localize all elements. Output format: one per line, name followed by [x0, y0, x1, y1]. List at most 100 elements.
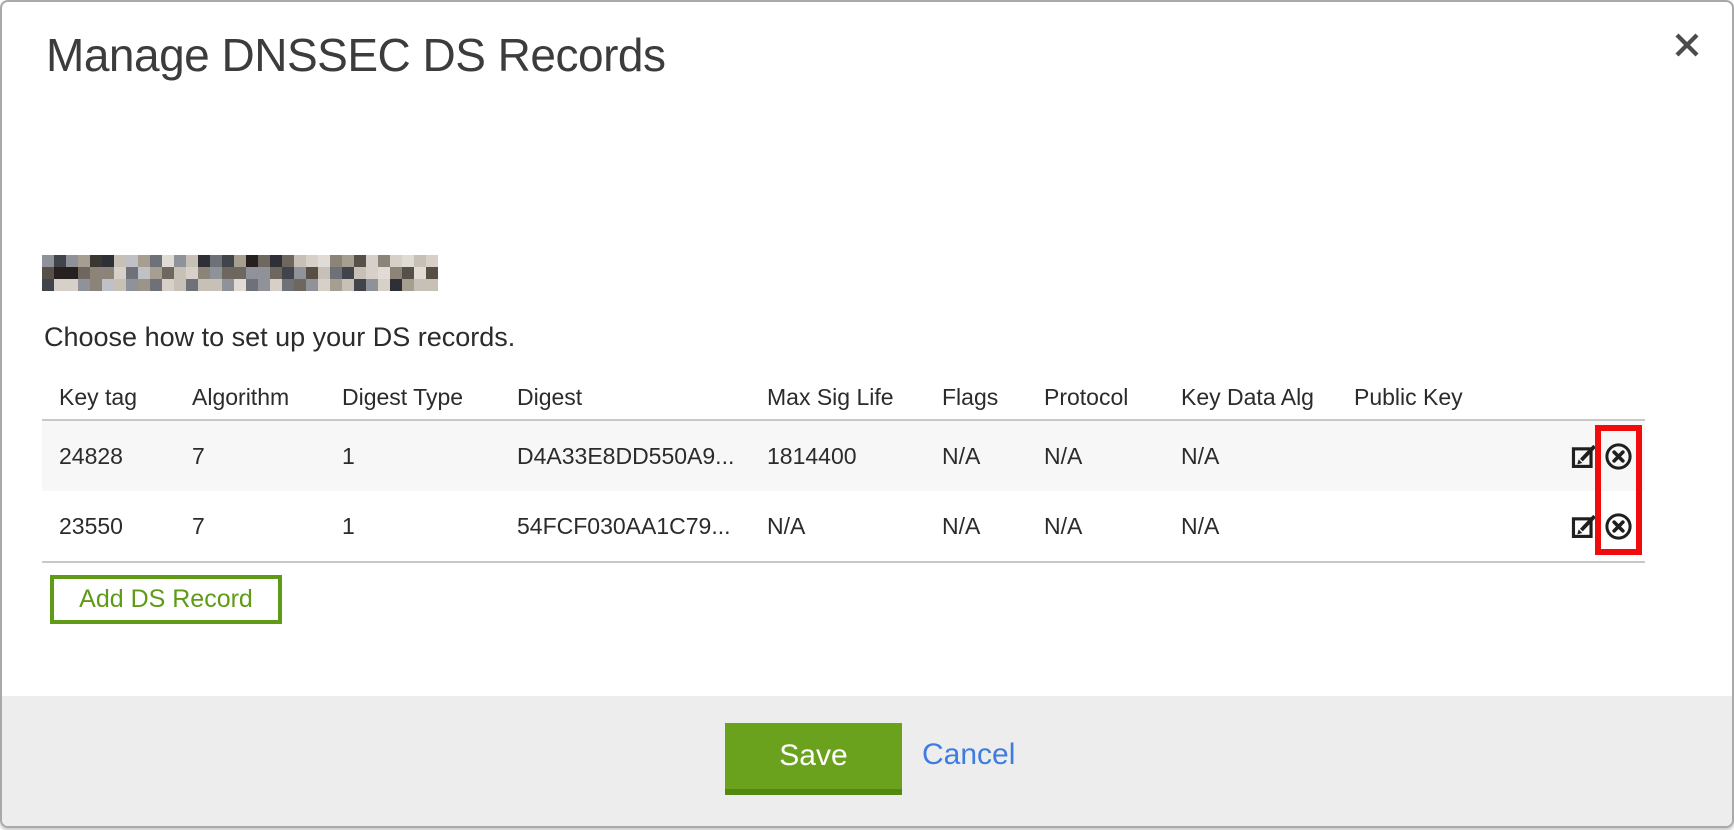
redacted-pixel	[234, 279, 246, 291]
delete-record-button[interactable]	[1604, 442, 1633, 471]
cell-flags: N/A	[925, 443, 1027, 470]
table-body: 24828 7 1 D4A33E8DD550A9... 1814400 N/A …	[42, 419, 1645, 563]
redacted-pixel	[54, 255, 66, 267]
cell-algorithm: 7	[175, 443, 325, 470]
redacted-pixel	[78, 255, 90, 267]
delete-x-circle-icon	[1604, 529, 1633, 541]
redacted-pixel	[210, 255, 222, 267]
redacted-pixel	[342, 267, 354, 279]
redacted-pixel	[426, 279, 438, 291]
redacted-pixel	[378, 279, 390, 291]
redacted-pixel	[258, 267, 270, 279]
col-header-flags: Flags	[925, 384, 1027, 411]
redacted-pixel	[90, 267, 102, 279]
redacted-pixel	[342, 255, 354, 267]
manage-dnssec-dialog: Manage DNSSEC DS Records Choose how to s…	[0, 0, 1734, 828]
redacted-pixel	[390, 267, 402, 279]
redacted-pixel	[258, 255, 270, 267]
row-actions	[1507, 442, 1645, 471]
dialog-footer: Save Cancel	[2, 696, 1732, 826]
redacted-pixel	[246, 279, 258, 291]
redacted-pixel	[54, 267, 66, 279]
edit-record-button[interactable]	[1571, 513, 1598, 540]
redacted-pixel	[330, 279, 342, 291]
redacted-pixel	[282, 267, 294, 279]
redacted-pixel	[378, 267, 390, 279]
cell-digest: 54FCF030AA1C79...	[500, 513, 750, 540]
ds-records-table: Key tag Algorithm Digest Type Digest Max…	[42, 376, 1645, 563]
redacted-pixel	[306, 279, 318, 291]
redacted-pixel	[186, 255, 198, 267]
redacted-pixel	[414, 279, 426, 291]
redacted-pixel	[150, 255, 162, 267]
redacted-pixel	[102, 255, 114, 267]
redacted-pixel	[414, 255, 426, 267]
close-button[interactable]	[1674, 32, 1700, 58]
cancel-link[interactable]: Cancel	[922, 738, 1015, 772]
redacted-pixel	[354, 279, 366, 291]
cell-algorithm: 7	[175, 513, 325, 540]
cell-key-tag: 24828	[42, 443, 175, 470]
redacted-pixel	[174, 279, 186, 291]
redacted-pixel	[198, 267, 210, 279]
redacted-pixel	[258, 279, 270, 291]
cell-key-tag: 23550	[42, 513, 175, 540]
redacted-pixel	[186, 267, 198, 279]
redacted-pixel	[90, 279, 102, 291]
redacted-pixel	[126, 255, 138, 267]
redacted-pixel	[306, 267, 318, 279]
redacted-pixel	[318, 279, 330, 291]
redacted-pixel	[426, 255, 438, 267]
close-icon	[1674, 46, 1700, 61]
col-header-algorithm: Algorithm	[175, 384, 325, 411]
redacted-pixel	[318, 255, 330, 267]
page-title: Manage DNSSEC DS Records	[46, 28, 665, 82]
edit-record-button[interactable]	[1571, 443, 1598, 470]
redacted-pixel	[222, 267, 234, 279]
col-header-digest-type: Digest Type	[325, 384, 500, 411]
edit-pencil-square-icon	[1571, 458, 1598, 471]
redacted-pixel	[66, 267, 78, 279]
redacted-pixel	[162, 267, 174, 279]
redacted-pixel	[390, 279, 402, 291]
redacted-pixel	[210, 267, 222, 279]
cell-key-data-alg: N/A	[1164, 443, 1337, 470]
redacted-pixel	[102, 267, 114, 279]
redacted-pixel	[114, 279, 126, 291]
redacted-pixel	[66, 255, 78, 267]
redacted-pixel	[198, 279, 210, 291]
redacted-pixel	[306, 255, 318, 267]
redacted-pixel	[294, 279, 306, 291]
redacted-domain	[42, 255, 438, 291]
redacted-pixel	[210, 279, 222, 291]
cell-flags: N/A	[925, 513, 1027, 540]
redacted-pixel	[426, 267, 438, 279]
redacted-pixel	[270, 255, 282, 267]
save-button[interactable]: Save	[725, 723, 902, 795]
table-header-row: Key tag Algorithm Digest Type Digest Max…	[42, 376, 1645, 419]
redacted-pixel	[330, 255, 342, 267]
redacted-pixel	[222, 279, 234, 291]
redacted-pixel	[330, 267, 342, 279]
redacted-pixel	[246, 267, 258, 279]
redacted-pixel	[78, 279, 90, 291]
col-header-digest: Digest	[500, 384, 750, 411]
redacted-pixel	[414, 267, 426, 279]
redacted-pixel	[162, 255, 174, 267]
add-ds-record-button[interactable]: Add DS Record	[50, 575, 282, 624]
col-header-public-key: Public Key	[1337, 384, 1507, 411]
row-actions	[1507, 512, 1645, 541]
redacted-pixel	[114, 267, 126, 279]
col-header-key-tag: Key tag	[42, 384, 175, 411]
redacted-pixel	[138, 279, 150, 291]
redacted-pixel	[66, 279, 78, 291]
redacted-pixel	[246, 255, 258, 267]
delete-record-button[interactable]	[1604, 512, 1633, 541]
redacted-pixel	[54, 279, 66, 291]
instruction-text: Choose how to set up your DS records.	[44, 322, 515, 353]
redacted-pixel	[126, 279, 138, 291]
redacted-pixel	[270, 267, 282, 279]
redacted-pixel	[174, 255, 186, 267]
col-header-max-sig-life: Max Sig Life	[750, 384, 925, 411]
redacted-pixel	[282, 255, 294, 267]
